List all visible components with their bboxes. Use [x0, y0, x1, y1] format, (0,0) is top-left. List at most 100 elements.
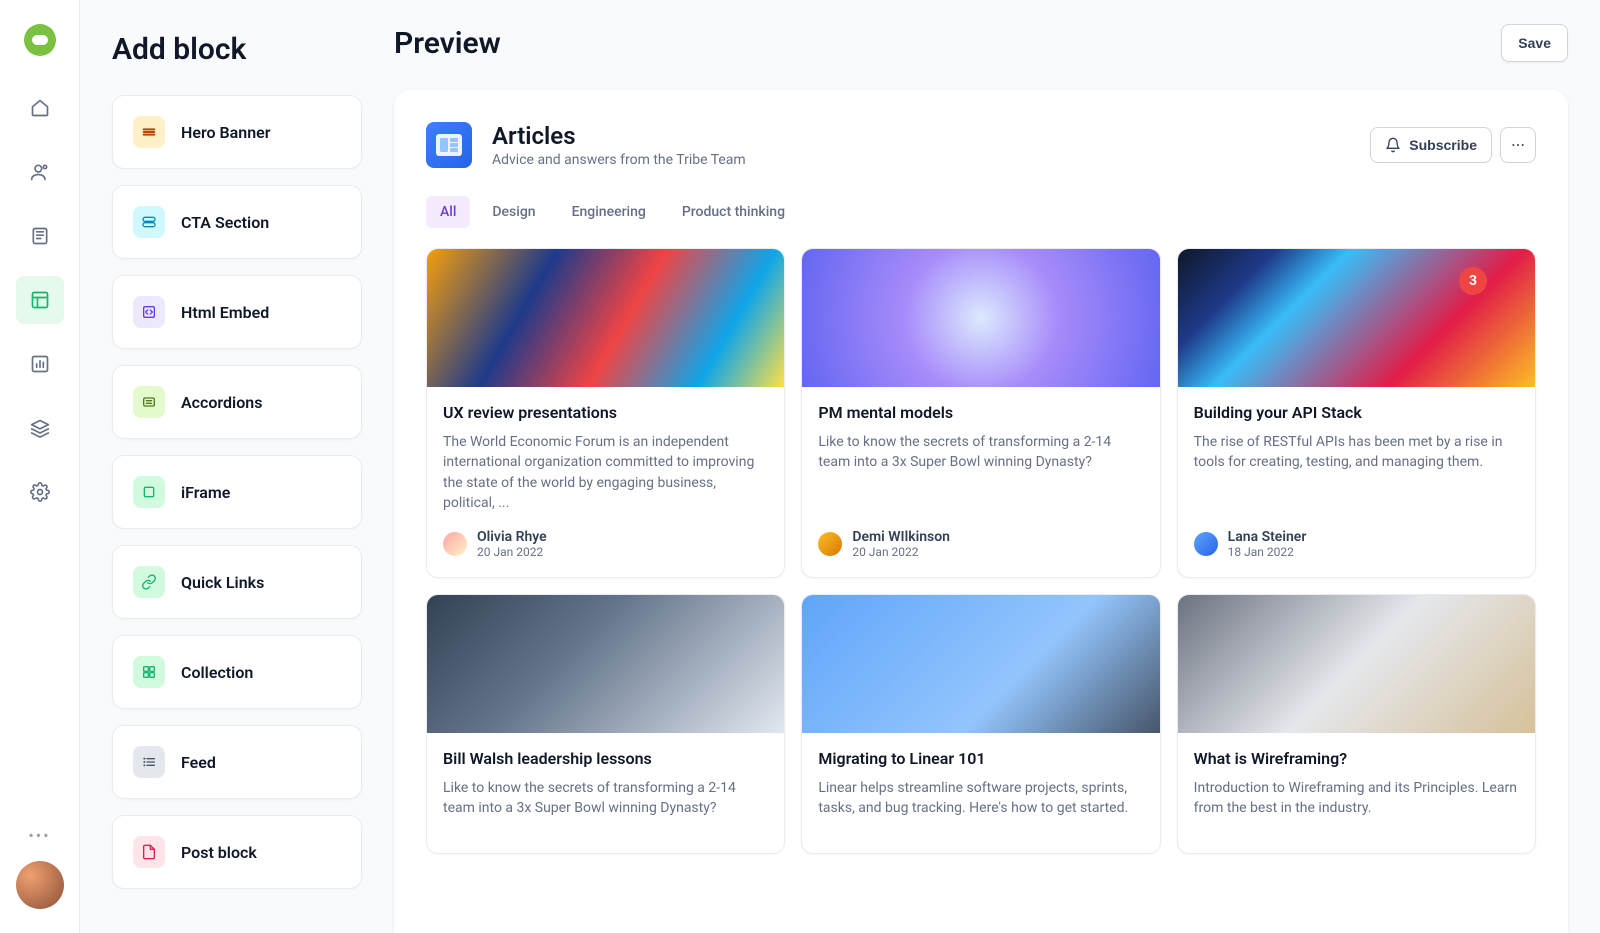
article-image [802, 249, 1159, 387]
collection-icon [133, 656, 165, 688]
preview-title: Preview [394, 26, 501, 61]
article-author: Lana Steiner18 Jan 2022 [1194, 529, 1519, 559]
article-title: UX review presentations [443, 403, 768, 422]
article-title: Bill Walsh leadership lessons [443, 749, 768, 768]
save-button[interactable]: Save [1501, 24, 1568, 62]
author-date: 20 Jan 2022 [477, 545, 547, 559]
block-label: iFrame [181, 483, 230, 502]
rail-more[interactable]: ••• [28, 826, 50, 845]
layers-icon [30, 418, 50, 438]
author-date: 20 Jan 2022 [852, 545, 950, 559]
block-label: Accordions [181, 393, 262, 412]
quick-links-icon [133, 566, 165, 598]
article-card[interactable]: UX review presentations The World Economi… [426, 248, 785, 578]
block-label: CTA Section [181, 213, 269, 232]
feed-icon [133, 746, 165, 778]
article-description: Introduction to Wireframing and its Prin… [1194, 778, 1519, 819]
bell-icon [1385, 137, 1401, 153]
cta-section-icon [133, 206, 165, 238]
block-post-block[interactable]: Post block [112, 815, 362, 889]
preview-area: Preview Save Articles Advice and answers… [394, 0, 1600, 933]
rail-home[interactable] [16, 84, 64, 132]
author-avatar [818, 532, 842, 556]
user-avatar[interactable] [16, 861, 64, 909]
filter-chip-product-thinking[interactable]: Product thinking [668, 196, 799, 228]
dots-icon [1510, 137, 1526, 153]
rail-content[interactable] [16, 212, 64, 260]
article-title: What is Wireframing? [1194, 749, 1519, 768]
block-hero-banner[interactable]: Hero Banner [112, 95, 362, 169]
chart-icon [30, 354, 50, 374]
articles-collection-icon [426, 122, 472, 168]
author-avatar [443, 532, 467, 556]
article-description: The World Economic Forum is an independe… [443, 432, 768, 513]
block-cta-section[interactable]: CTA Section [112, 185, 362, 259]
preview-body: Articles Advice and answers from the Tri… [394, 90, 1568, 933]
author-name: Demi WIlkinson [852, 529, 950, 545]
more-options-button[interactable] [1500, 127, 1536, 163]
rail-users[interactable] [16, 148, 64, 196]
article-card[interactable]: Bill Walsh leadership lessons Like to kno… [426, 594, 785, 854]
block-label: Collection [181, 663, 253, 682]
filter-row: AllDesign EngineeringProduct thinking [426, 196, 1536, 228]
iframe-icon [133, 476, 165, 508]
filter-chip-engineering[interactable]: Engineering [558, 196, 660, 228]
article-image [427, 249, 784, 387]
collection-subtitle: Advice and answers from the Tribe Team [492, 152, 746, 168]
article-card[interactable]: PM mental models Like to know the secrets… [801, 248, 1160, 578]
article-image [802, 595, 1159, 733]
article-description: Like to know the secrets of transforming… [818, 432, 1143, 473]
article-author: Olivia Rhye20 Jan 2022 [443, 529, 768, 559]
author-avatar [1194, 532, 1218, 556]
article-card[interactable]: What is Wireframing? Introduction to Wire… [1177, 594, 1536, 854]
block-quick-links[interactable]: Quick Links [112, 545, 362, 619]
collection-title: Articles [492, 122, 746, 150]
block-label: Feed [181, 753, 216, 772]
article-title: Migrating to Linear 101 [818, 749, 1143, 768]
article-card[interactable]: Migrating to Linear 101 Linear helps stre… [801, 594, 1160, 854]
article-card[interactable]: Building your API Stack The rise of RESTf… [1177, 248, 1536, 578]
block-label: Hero Banner [181, 123, 271, 142]
icon-rail: ••• [0, 0, 80, 933]
block-html-embed[interactable]: Html Embed [112, 275, 362, 349]
article-image [1178, 249, 1535, 387]
user-icon [30, 162, 50, 182]
articles-grid: UX review presentations The World Economi… [426, 248, 1536, 854]
block-label: Html Embed [181, 303, 269, 322]
rail-settings[interactable] [16, 468, 64, 516]
book-icon [30, 226, 50, 246]
article-description: Like to know the secrets of transforming… [443, 778, 768, 819]
filter-chip-design[interactable]: Design [478, 196, 549, 228]
subscribe-label: Subscribe [1409, 137, 1477, 153]
article-title: Building your API Stack [1194, 403, 1519, 422]
block-label: Post block [181, 843, 257, 862]
app-logo[interactable] [24, 24, 56, 56]
layout-icon [30, 290, 50, 310]
html-embed-icon [133, 296, 165, 328]
author-date: 18 Jan 2022 [1228, 545, 1307, 559]
block-collection[interactable]: Collection [112, 635, 362, 709]
article-image [427, 595, 784, 733]
author-name: Lana Steiner [1228, 529, 1307, 545]
rail-layout[interactable] [16, 276, 64, 324]
filter-chip-all[interactable]: All [426, 196, 470, 228]
article-image [1178, 595, 1535, 733]
block-accordions[interactable]: Accordions [112, 365, 362, 439]
accordions-icon [133, 386, 165, 418]
home-icon [30, 98, 50, 118]
hero-banner-icon [133, 116, 165, 148]
article-title: PM mental models [818, 403, 1143, 422]
post-block-icon [133, 836, 165, 868]
block-iframe[interactable]: iFrame [112, 455, 362, 529]
article-description: Linear helps streamline software project… [818, 778, 1143, 819]
blocks-panel: Add block Hero Banner CTA Section Html Emb… [80, 0, 394, 933]
block-feed[interactable]: Feed [112, 725, 362, 799]
settings-icon [30, 482, 50, 502]
rail-layers[interactable] [16, 404, 64, 452]
block-label: Quick Links [181, 573, 264, 592]
subscribe-button[interactable]: Subscribe [1370, 127, 1492, 163]
rail-analytics[interactable] [16, 340, 64, 388]
blocks-panel-title: Add block [112, 32, 362, 67]
author-name: Olivia Rhye [477, 529, 547, 545]
article-description: The rise of RESTful APIs has been met by… [1194, 432, 1519, 473]
